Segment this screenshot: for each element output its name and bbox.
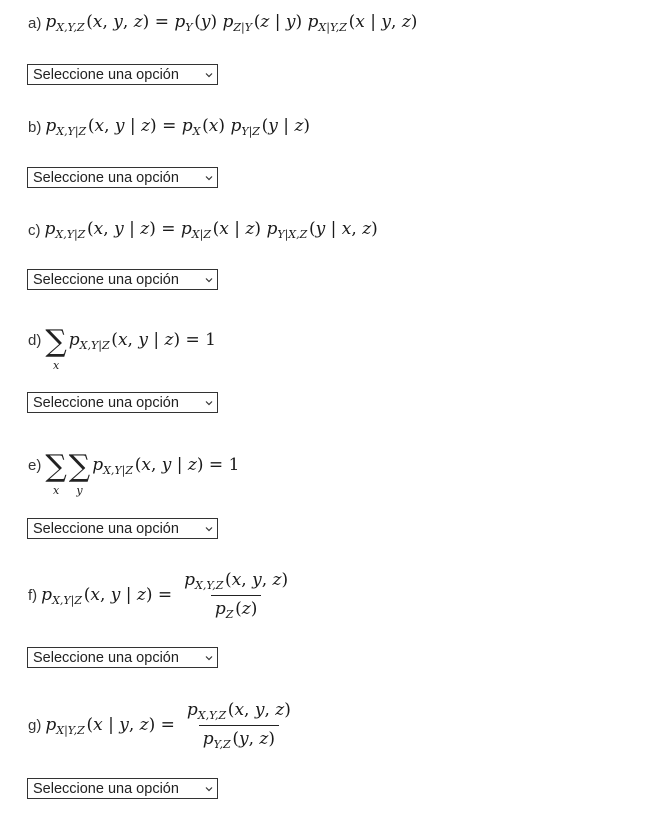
formula: pX,Y|Z (x, y | z) = xyxy=(41,584,173,607)
denominator: pY,Z (y, z) xyxy=(198,725,279,751)
formula: pX,Y|Z (x, y | z) = pX|Z (x | z) pY|X,Z … xyxy=(44,219,378,241)
chevron-down-icon xyxy=(205,786,213,791)
answer-select-a[interactable]: Seleccione una opción xyxy=(27,64,218,85)
select-value: Seleccione una opción xyxy=(33,394,179,411)
select-value: Seleccione una opción xyxy=(33,271,179,288)
select-value: Seleccione una opción xyxy=(33,169,179,186)
chevron-down-icon xyxy=(205,72,213,77)
answer-select-g[interactable]: Seleccione una opción xyxy=(27,778,218,799)
formula: pX,Y,Z (x, y, z) = pY (y) pZ|Y (z | y) p… xyxy=(45,12,418,34)
numerator: pX,Y,Z (x, y, z) xyxy=(184,570,289,592)
question-label: c) xyxy=(28,221,41,239)
select-value: Seleccione una opción xyxy=(33,780,179,797)
question-a: a) pX,Y,Z (x, y, z) = pY (y) pZ|Y (z | y… xyxy=(28,12,417,34)
formula: pX|Y,Z (x | y, z) = xyxy=(45,714,175,737)
question-c: c) pX,Y|Z (x, y | z) = pX|Z (x | z) pY|X… xyxy=(28,219,378,241)
answer-select-f[interactable]: Seleccione una opción xyxy=(27,647,218,668)
question-b: b) pX,Y|Z (x, y | z) = pX (x) pY|Z (y | … xyxy=(28,116,310,138)
question-e: e) ∑ x ∑ y pX,Y|Z (x, y | z) = 1 xyxy=(28,443,240,498)
select-value: Seleccione una opción xyxy=(33,520,179,537)
answer-select-c[interactable]: Seleccione una opción xyxy=(27,269,218,290)
question-label: a) xyxy=(28,14,42,32)
fraction: pX,Y,Z (x, y, z) pY,Z (y, z) xyxy=(183,700,295,751)
question-label: d) xyxy=(28,332,42,349)
summation-x: ∑ x xyxy=(45,449,67,498)
chevron-down-icon xyxy=(205,277,213,282)
summation-x: ∑ x xyxy=(45,324,67,373)
question-label: f) xyxy=(28,587,38,604)
formula: pX,Y|Z (x, y | z) = 1 xyxy=(92,454,240,477)
numerator: pX,Y,Z (x, y, z) xyxy=(186,700,291,722)
denominator: pZ (z) xyxy=(210,595,262,621)
answer-select-d[interactable]: Seleccione una opción xyxy=(27,392,218,413)
formula: pX,Y|Z (x, y | z) = 1 xyxy=(68,329,216,352)
chevron-down-icon xyxy=(205,175,213,180)
summation-y: ∑ y xyxy=(68,449,91,498)
answer-select-b[interactable]: Seleccione una opción xyxy=(27,167,218,188)
formula: pX,Y|Z (x, y | z) = pX (x) pY|Z (y | z) xyxy=(45,116,311,138)
select-value: Seleccione una opción xyxy=(33,649,179,666)
question-label: e) xyxy=(28,457,42,474)
select-value: Seleccione una opción xyxy=(33,66,179,83)
chevron-down-icon xyxy=(205,526,213,531)
question-g: g) pX|Y,Z (x | y, z) = pX,Y,Z (x, y, z) … xyxy=(28,700,295,751)
chevron-down-icon xyxy=(205,655,213,660)
question-label: g) xyxy=(28,717,42,734)
answer-select-e[interactable]: Seleccione una opción xyxy=(27,518,218,539)
question-label: b) xyxy=(28,118,42,136)
question-f: f) pX,Y|Z (x, y | z) = pX,Y,Z (x, y, z) … xyxy=(28,570,292,621)
question-d: d) ∑ x pX,Y|Z (x, y | z) = 1 xyxy=(28,318,216,373)
fraction: pX,Y,Z (x, y, z) pZ (z) xyxy=(180,570,292,621)
chevron-down-icon xyxy=(205,400,213,405)
